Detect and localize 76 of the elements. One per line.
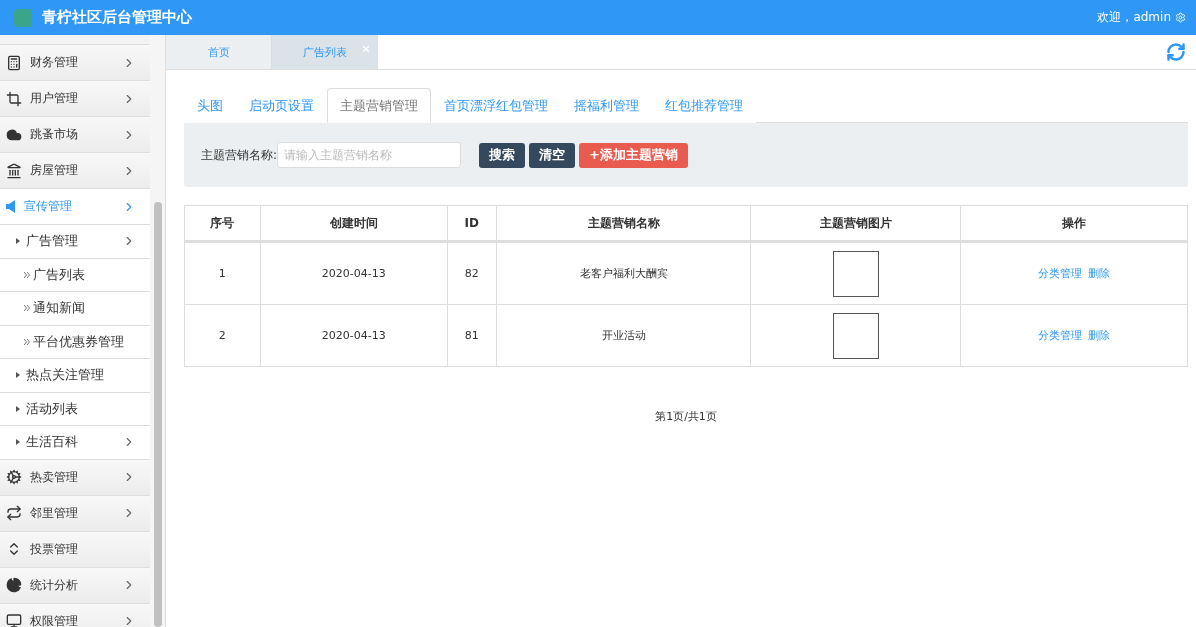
welcome-text: 欢迎，admin [1097, 9, 1171, 26]
content-tab[interactable]: 主题营销管理 [327, 88, 431, 123]
table-cell: 82 [447, 241, 497, 305]
calculator-icon [6, 54, 22, 71]
image-placeholder [832, 250, 879, 297]
app-title: 青柠社区后台管理中心 [42, 8, 192, 27]
subitem-label: 平台优惠券管理 [33, 332, 125, 351]
item-label: 邻里管理 [30, 504, 79, 522]
sidebar-item[interactable]: 统计分析 [0, 566, 150, 603]
close-icon[interactable] [361, 44, 371, 54]
search-field[interactable]: 请输入主题营销名称 [277, 142, 462, 168]
subitem-label: 活动列表 [26, 399, 79, 418]
sidebar-item[interactable]: 权限管理 [0, 602, 150, 627]
subitem-label: 热点关注管理 [26, 366, 105, 385]
sidebar-item[interactable]: 房屋管理 [0, 152, 150, 188]
sidebar-subitem[interactable]: 热点关注管理 [0, 358, 150, 392]
table-cell: 2 [184, 304, 261, 367]
triangle-icon [16, 372, 20, 379]
speaker-icon [6, 200, 16, 213]
sidebar-item[interactable]: 热卖管理 [0, 458, 150, 495]
subitem-label: 广告管理 [26, 232, 79, 251]
triangle-icon [16, 238, 20, 245]
sidebar-subitem[interactable]: 通知新闻 [0, 291, 150, 325]
column-header: 操作 [960, 205, 1188, 242]
logo-icon [14, 8, 32, 27]
pie-icon [6, 577, 22, 593]
item-label: 热卖管理 [30, 468, 79, 486]
field-label: 主题营销名称: [201, 146, 278, 164]
table-cell: 2020-04-13 [260, 304, 448, 367]
double-chevron-icon [24, 271, 30, 278]
sidebar-item[interactable]: 邻里管理 [0, 494, 150, 531]
double-chevron-icon [24, 338, 30, 345]
repeat-icon [6, 505, 22, 521]
item-label: 财务管理 [30, 54, 79, 71]
pagination-text: 第1页/共1页 [654, 409, 718, 424]
item-label: 房屋管理 [30, 162, 79, 179]
item-label: 权限管理 [30, 612, 79, 627]
column-header: 主题营销图片 [750, 205, 961, 242]
triangle-icon [16, 405, 20, 412]
item-label: 统计分析 [30, 576, 79, 594]
column-header: 创建时间 [260, 205, 448, 242]
sidebar-subitem[interactable]: 平台优惠券管理 [0, 324, 150, 358]
column-header: 主题营销名称 [496, 205, 751, 242]
monitor-icon [6, 613, 22, 627]
bank-icon [6, 162, 22, 179]
table-cell: 老客户福利大酬宾 [496, 241, 751, 305]
sidebar-item[interactable]: 投票管理 [0, 530, 150, 567]
sidebar-subitem[interactable]: 广告管理 [0, 224, 150, 258]
item-label: 跳蚤市场 [30, 126, 79, 143]
item-label: 投票管理 [30, 540, 79, 558]
image-placeholder [832, 312, 879, 359]
action-button[interactable]: 搜索 [479, 142, 526, 168]
sidebar-item[interactable]: 跳蚤市场 [0, 116, 150, 152]
action-button[interactable]: 清空 [529, 142, 576, 168]
crop-icon [6, 90, 22, 107]
table-cell: 2020-04-13 [260, 241, 448, 305]
settings-icon[interactable] [1175, 12, 1186, 23]
table-cell: 81 [447, 304, 497, 367]
sidebar-item[interactable]: 财务管理 [0, 44, 150, 80]
subitem-label: 通知新闻 [33, 299, 86, 318]
sidebar-subitem[interactable]: 生活百科 [0, 425, 150, 459]
column-header: ID [447, 205, 497, 242]
subitem-label: 生活百科 [26, 433, 79, 452]
column-header: 序号 [184, 205, 261, 242]
sidebar-item[interactable]: 用户管理 [0, 80, 150, 116]
sidebar-subitem[interactable]: 广告列表 [0, 257, 150, 291]
table-cell: 1 [184, 241, 261, 305]
triangle-icon [16, 439, 20, 446]
item-label: 用户管理 [30, 90, 79, 107]
scrollbar-thumb[interactable] [153, 202, 162, 627]
sidebar-subitem[interactable]: 活动列表 [0, 391, 150, 425]
subitem-label: 广告列表 [33, 265, 86, 284]
item-label: 宣传管理 [24, 198, 73, 215]
table-cell: 开业活动 [496, 304, 751, 367]
double-chevron-icon [24, 305, 30, 312]
gear-icon [6, 469, 22, 485]
